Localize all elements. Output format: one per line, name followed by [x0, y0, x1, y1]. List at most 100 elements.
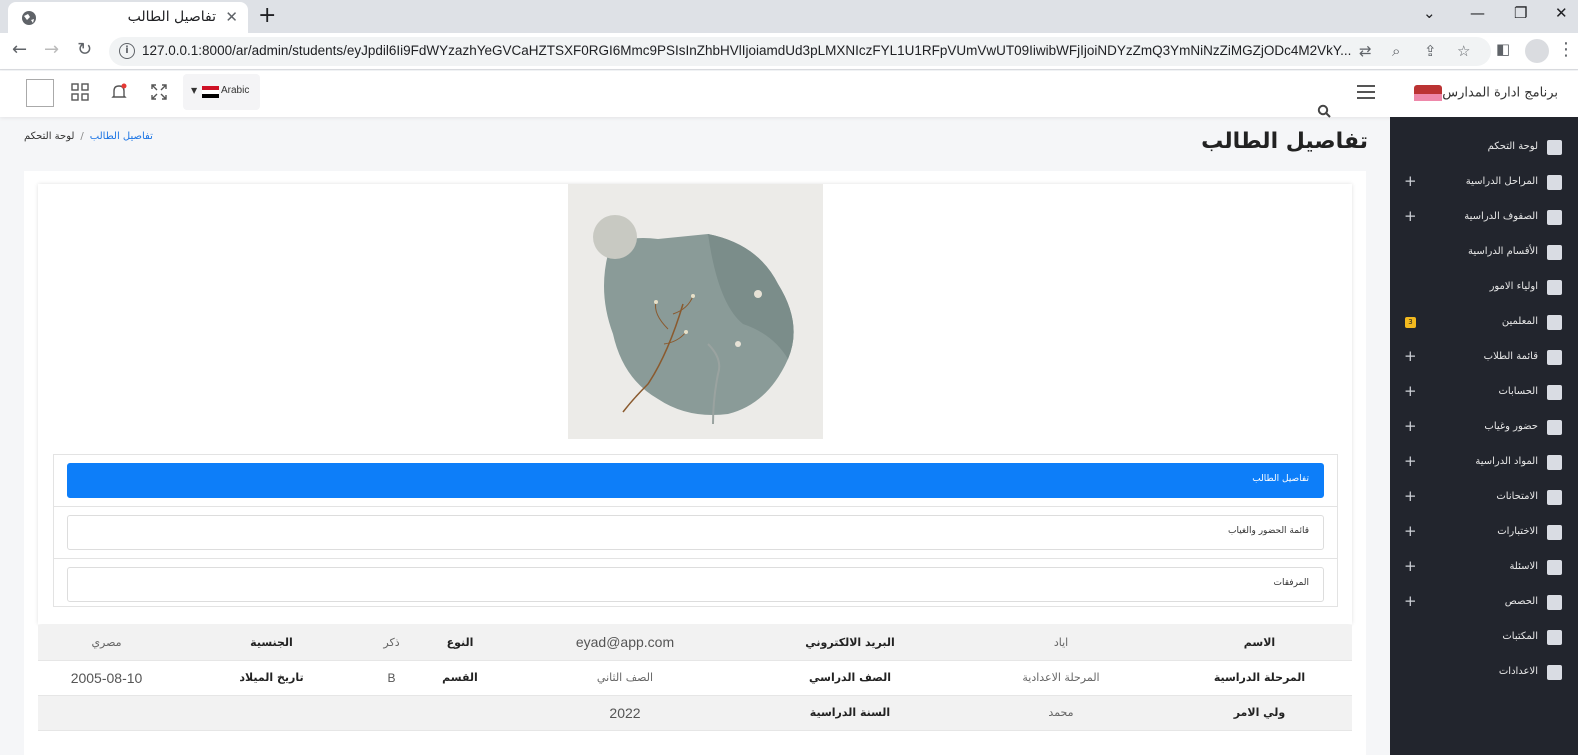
sidebar-item[interactable]: الأقسام الدراسية — [1390, 235, 1578, 270]
new-tab-icon[interactable]: + — [258, 3, 276, 28]
sidebar-item[interactable]: المراحل الدراسية + — [1390, 165, 1578, 200]
sidebar-item[interactable]: لوحة التحكم — [1390, 130, 1578, 165]
side-panel-icon[interactable]: ◧ — [1496, 40, 1510, 58]
brand[interactable]: برنامج ادارة المدارس — [1408, 85, 1558, 101]
translate-icon[interactable]: ⇄ — [1359, 42, 1372, 60]
forward-icon[interactable]: → — [44, 39, 59, 60]
fullscreen-icon[interactable] — [150, 83, 170, 103]
sidebar-item[interactable]: المكتبات — [1390, 620, 1578, 655]
empty-cell — [368, 695, 415, 731]
tab-search-icon[interactable]: ⌄ — [1423, 4, 1436, 22]
expand-plus-icon[interactable]: + — [1404, 522, 1417, 540]
empty-cell — [38, 695, 175, 731]
calendar-icon — [1547, 420, 1562, 435]
tab-row-attendance: قائمة الحضور والغياب — [54, 507, 1337, 559]
parent-label: ولي الامر — [1167, 695, 1352, 731]
sidebar-item-label: الأقسام الدراسية — [1467, 246, 1538, 257]
address-bar[interactable]: i 127.0.0.1:8000/ar/admin/students/eyJpd… — [109, 37, 1491, 66]
restore-icon[interactable]: ❐ — [1514, 4, 1527, 22]
back-icon[interactable]: ← — [12, 39, 27, 60]
expand-plus-icon[interactable]: + — [1404, 382, 1417, 400]
student-panel: تفاصيل الطالب قائمة الحضور والغياب المرف… — [38, 184, 1352, 624]
expand-plus-icon[interactable]: + — [1404, 417, 1417, 435]
students-icon — [1547, 350, 1562, 365]
globe-icon — [22, 11, 36, 25]
tab-label: تفاصيل الطالب — [1252, 474, 1309, 484]
expand-plus-icon[interactable]: + — [1404, 487, 1417, 505]
video-icon — [1547, 595, 1562, 610]
student-info-table: الاسم اياد البريد الالكتروني eyad@app.co… — [38, 625, 1352, 731]
expand-plus-icon[interactable]: + — [1404, 452, 1417, 470]
window-close-icon[interactable]: ✕ — [1555, 4, 1568, 22]
search-icon[interactable] — [1317, 104, 1331, 118]
notification-bell-icon[interactable] — [110, 83, 130, 103]
egypt-flag-icon — [202, 86, 219, 98]
sidebar-item[interactable]: المواد الدراسية + — [1390, 445, 1578, 480]
school-icon — [1547, 175, 1562, 190]
sidebar-item[interactable]: الصفوف الدراسية + — [1390, 200, 1578, 235]
parent-value: محمد — [955, 695, 1167, 731]
browser-tab[interactable]: تفاصيل الطالب ✕ — [8, 2, 248, 33]
email-value: eyad@app.com — [505, 625, 745, 661]
book-open-icon — [1547, 490, 1562, 505]
address-toolbar: ← → ↻ i 127.0.0.1:8000/ar/admin/students… — [0, 33, 1578, 70]
tab-row-attachments: المرفقات — [54, 559, 1337, 611]
sidebar-item[interactable]: الاختبارات + — [1390, 515, 1578, 550]
sidebar-item[interactable]: المعلمين 3 — [1390, 305, 1578, 340]
expand-plus-icon[interactable]: + — [1404, 592, 1417, 610]
empty-cell — [175, 695, 368, 731]
sidebar-item[interactable]: قائمة الطلاب + — [1390, 340, 1578, 375]
profile-avatar[interactable] — [1525, 39, 1549, 63]
sidebar-item[interactable]: حضور وغياب + — [1390, 410, 1578, 445]
breadcrumb-current[interactable]: تفاصيل الطالب — [90, 131, 153, 142]
apps-grid-icon[interactable] — [71, 83, 91, 103]
share-icon[interactable]: ⇪ — [1424, 42, 1437, 60]
language-selector[interactable]: ▼ Arabic — [183, 74, 260, 110]
user-avatar[interactable] — [26, 79, 54, 107]
browser-menu-icon[interactable]: ⋮ — [1557, 39, 1575, 60]
academic-year-value: 2022 — [505, 695, 745, 731]
tab-student-details[interactable]: تفاصيل الطالب — [67, 463, 1324, 498]
email-label: البريد الالكتروني — [745, 625, 955, 661]
table-row: المرحلة الدراسية المرحلة الاعدادية الصف … — [38, 660, 1352, 696]
sidebar-item[interactable]: الامتحانات + — [1390, 480, 1578, 515]
sidebar-item[interactable]: الحصص + — [1390, 585, 1578, 620]
minimize-icon[interactable]: — — [1470, 4, 1485, 22]
tab-attachments[interactable]: المرفقات — [67, 567, 1324, 602]
expand-plus-icon[interactable]: + — [1404, 172, 1417, 190]
book-open-icon — [1547, 455, 1562, 470]
expand-plus-icon[interactable]: + — [1404, 207, 1417, 225]
breadcrumb-separator: / — [80, 131, 84, 142]
birth-date-label: تاريخ الميلاد — [175, 660, 368, 696]
sidebar-item-label: اولياء الامور — [1489, 281, 1538, 292]
academic-year-label: السنة الدراسية — [745, 695, 955, 731]
gender-label: النوع — [415, 625, 505, 661]
stage-value: المرحلة الاعدادية — [955, 660, 1167, 696]
url-text[interactable]: 127.0.0.1:8000/ar/admin/students/eyJpdil… — [142, 43, 1352, 58]
reload-icon[interactable]: ↻ — [77, 39, 92, 60]
sidebar-item-label: الحصص — [1504, 596, 1538, 607]
nationality-label: الجنسية — [175, 625, 368, 661]
sidebar-item-label: المواد الدراسية — [1475, 456, 1538, 467]
expand-plus-icon[interactable]: + — [1404, 557, 1417, 575]
sidebar-item-label: لوحة التحكم — [1487, 141, 1538, 152]
expand-plus-icon[interactable]: + — [1404, 347, 1417, 365]
nationality-value: مصري — [38, 625, 175, 661]
sidebar-item[interactable]: الاسئلة + — [1390, 550, 1578, 585]
gender-value: ذكر — [368, 625, 415, 661]
sidebar-item[interactable]: الاعدادات — [1390, 655, 1578, 690]
sidebar-item[interactable]: اولياء الامور — [1390, 270, 1578, 305]
tab-label: المرفقات — [1273, 578, 1309, 588]
sidebar-item-label: الاختبارات — [1497, 526, 1538, 537]
menu-toggle-icon[interactable] — [1357, 85, 1375, 103]
bookmark-star-icon[interactable]: ☆ — [1457, 42, 1470, 60]
library-icon — [1547, 630, 1562, 645]
site-info-icon[interactable]: i — [119, 43, 135, 59]
tab-attendance[interactable]: قائمة الحضور والغياب — [67, 515, 1324, 550]
breadcrumb-home[interactable]: لوحة التحكم — [24, 131, 74, 142]
close-tab-icon[interactable]: ✕ — [225, 8, 238, 26]
sidebar-item[interactable]: الحسابات + — [1390, 375, 1578, 410]
teacher-icon — [1547, 315, 1562, 330]
zoom-icon[interactable]: ⌕ — [1392, 42, 1400, 60]
student-photo — [568, 184, 823, 439]
